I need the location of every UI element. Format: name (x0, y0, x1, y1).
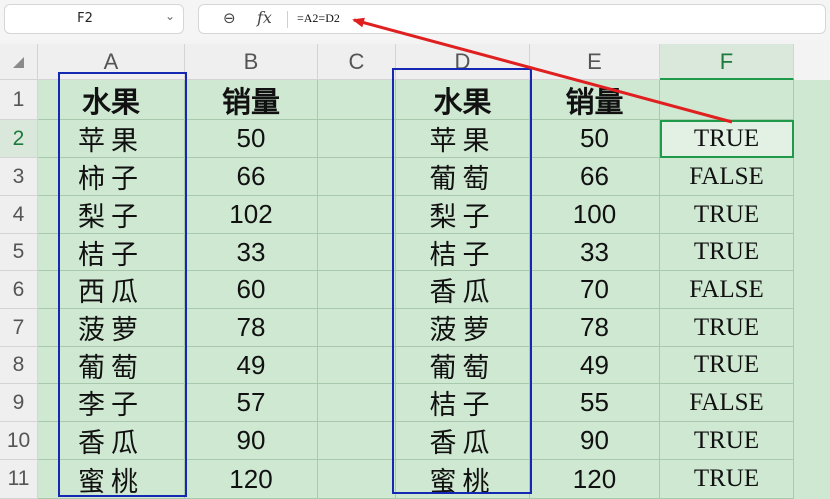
cell-d7[interactable]: 菠萝 (396, 309, 530, 347)
column-header-d[interactable]: D (396, 44, 530, 80)
cell-d11[interactable]: 蜜桃 (396, 460, 530, 499)
cell-a4[interactable]: 梨子 (38, 196, 185, 234)
column-header-c[interactable]: C (318, 44, 396, 80)
row-header-1[interactable]: 1 (0, 80, 38, 120)
cell-f9[interactable]: FALSE (660, 384, 794, 422)
cell-f5[interactable]: TRUE (660, 234, 794, 271)
cell-c4[interactable] (318, 196, 396, 234)
cell-b2[interactable]: 50 (185, 120, 318, 158)
cell-e2[interactable]: 50 (530, 120, 660, 158)
cell-f10[interactable]: TRUE (660, 422, 794, 460)
cell-e11[interactable]: 120 (530, 460, 660, 499)
cell-d3[interactable]: 葡萄 (396, 158, 530, 196)
cell-b7[interactable]: 78 (185, 309, 318, 347)
cell-d8[interactable]: 葡萄 (396, 347, 530, 384)
cell-e9[interactable]: 55 (530, 384, 660, 422)
cell-a9[interactable]: 李子 (38, 384, 185, 422)
cell-d9[interactable]: 桔子 (396, 384, 530, 422)
cell-b6[interactable]: 60 (185, 271, 318, 309)
cell-a3[interactable]: 柿子 (38, 158, 185, 196)
cell-d2[interactable]: 苹果 (396, 120, 530, 158)
cell-a7[interactable]: 菠萝 (38, 309, 185, 347)
column-header-a[interactable]: A (38, 44, 185, 80)
cell-e1[interactable]: 销量 (530, 80, 660, 120)
cell-d4[interactable]: 梨子 (396, 196, 530, 234)
row-header-11[interactable]: 11 (0, 460, 38, 499)
cell-c6[interactable] (318, 271, 396, 309)
cell-f2[interactable]: TRUE (660, 120, 794, 158)
row-header-4[interactable]: 4 (0, 196, 38, 234)
cell-b8[interactable]: 49 (185, 347, 318, 384)
cell-c7[interactable] (318, 309, 396, 347)
cell-f7[interactable]: TRUE (660, 309, 794, 347)
cell-c5[interactable] (318, 234, 396, 271)
cell-e7[interactable]: 78 (530, 309, 660, 347)
row-header-5[interactable]: 5 (0, 234, 38, 271)
cell-d10[interactable]: 香瓜 (396, 422, 530, 460)
cell-a2[interactable]: 苹果 (38, 120, 185, 158)
select-all-corner[interactable] (0, 44, 38, 80)
cell-a6[interactable]: 西瓜 (38, 271, 185, 309)
column-header-e[interactable]: E (530, 44, 660, 80)
cell-c2[interactable] (318, 120, 396, 158)
cell-b1[interactable]: 销量 (185, 80, 318, 120)
cell-b3[interactable]: 66 (185, 158, 318, 196)
cell-area: 水果 销量 水果 销量 苹果 50 苹果 50 TRUE 柿子 66 葡萄 66 FALSE 梨子 102 梨子… (38, 80, 830, 499)
cell-c1[interactable] (318, 80, 396, 120)
cell-e4[interactable]: 100 (530, 196, 660, 234)
cell-a11[interactable]: 蜜桃 (38, 460, 185, 499)
cell-f1[interactable] (660, 80, 794, 120)
cell-c10[interactable] (318, 422, 396, 460)
cell-f3[interactable]: FALSE (660, 158, 794, 196)
cell-e8[interactable]: 49 (530, 347, 660, 384)
row-header-2[interactable]: 2 (0, 120, 38, 158)
cell-e3[interactable]: 66 (530, 158, 660, 196)
column-header-b[interactable]: B (185, 44, 318, 80)
cell-c11[interactable] (318, 460, 396, 499)
cell-b5[interactable]: 33 (185, 234, 318, 271)
column-header-f[interactable]: F (660, 44, 794, 80)
cell-d5[interactable]: 桔子 (396, 234, 530, 271)
row-header-10[interactable]: 10 (0, 422, 38, 460)
spreadsheet-grid: 水果 销量 水果 销量 苹果 50 苹果 50 TRUE 柿子 66 葡萄 66 FALSE 梨子 102 梨子… (0, 0, 830, 499)
row-header-9[interactable]: 9 (0, 384, 38, 422)
select-all-icon (13, 57, 24, 68)
cell-b11[interactable]: 120 (185, 460, 318, 499)
cell-e5[interactable]: 33 (530, 234, 660, 271)
row-header-7[interactable]: 7 (0, 309, 38, 347)
cell-d6[interactable]: 香瓜 (396, 271, 530, 309)
cell-f8[interactable]: TRUE (660, 347, 794, 384)
cell-a8[interactable]: 葡萄 (38, 347, 185, 384)
row-header-8[interactable]: 8 (0, 347, 38, 384)
cell-a10[interactable]: 香瓜 (38, 422, 185, 460)
cell-a5[interactable]: 桔子 (38, 234, 185, 271)
cell-e6[interactable]: 70 (530, 271, 660, 309)
row-header-6[interactable]: 6 (0, 271, 38, 309)
row-header-3[interactable]: 3 (0, 158, 38, 196)
cell-f11[interactable]: TRUE (660, 460, 794, 499)
cell-c9[interactable] (318, 384, 396, 422)
cell-b4[interactable]: 102 (185, 196, 318, 234)
cell-b10[interactable]: 90 (185, 422, 318, 460)
cell-c3[interactable] (318, 158, 396, 196)
cell-f4[interactable]: TRUE (660, 196, 794, 234)
cell-e10[interactable]: 90 (530, 422, 660, 460)
cell-a1[interactable]: 水果 (38, 80, 185, 120)
cell-c8[interactable] (318, 347, 396, 384)
cell-d1[interactable]: 水果 (396, 80, 530, 120)
cell-f6[interactable]: FALSE (660, 271, 794, 309)
cell-b9[interactable]: 57 (185, 384, 318, 422)
